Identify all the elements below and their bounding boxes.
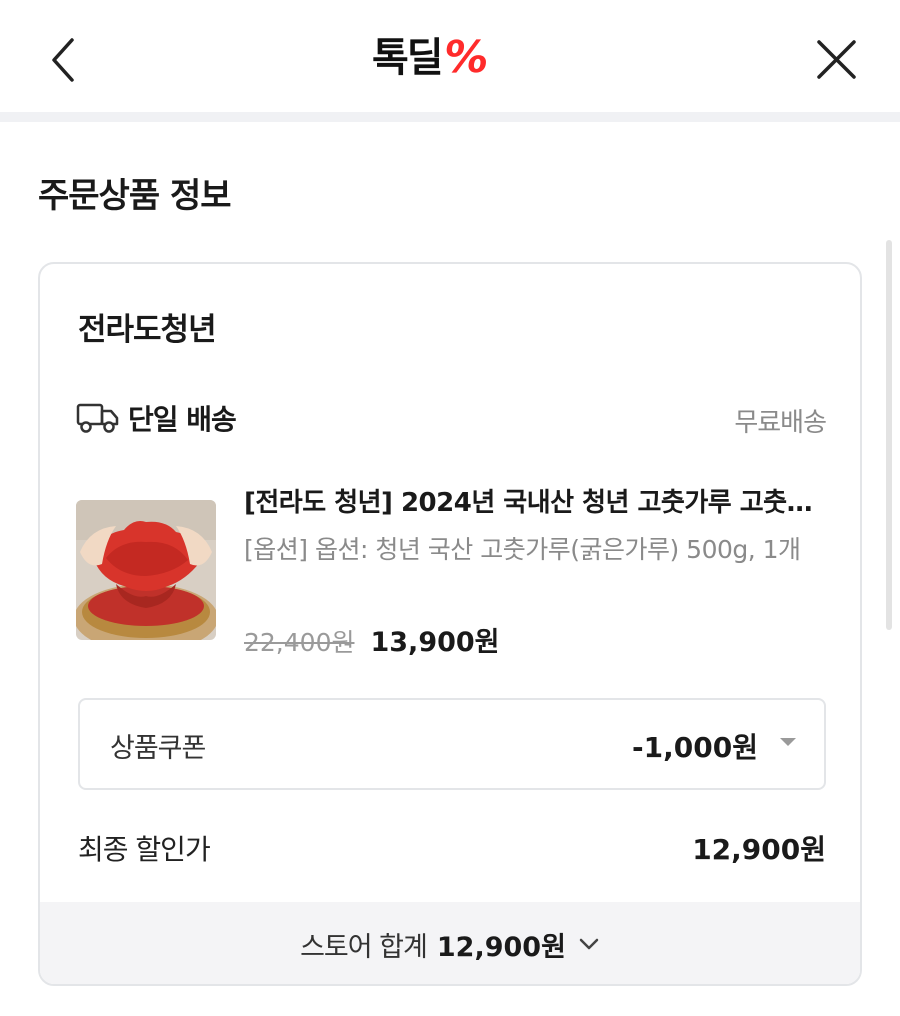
store-total-label: 스토어 합계	[300, 931, 428, 963]
product-coupon-select[interactable]: 상품쿠폰 -1,000원	[78, 698, 826, 790]
order-card: 전라도청년 단일 배송 무료배송 [전라도 청년] 2024년 국내산 청년 고…	[38, 262, 862, 986]
top-header: 톡딜 %	[0, 0, 900, 112]
sale-price: 13,900원	[370, 627, 500, 658]
final-price-label: 최종 할인가	[78, 833, 211, 866]
store-total-toggle[interactable]: 스토어 합계 12,900원	[40, 902, 860, 984]
chevron-down-icon	[579, 938, 599, 950]
truck-icon	[76, 403, 119, 433]
product-option: [옵션] 옵션: 청년 국산 고춧가루(굵은가루) 500g, 1개	[244, 535, 801, 564]
logo-percent-mark: %	[440, 32, 492, 83]
caret-down-icon	[780, 738, 796, 746]
close-icon	[817, 40, 856, 79]
final-price-value: 12,900원	[692, 833, 826, 866]
shipping-type-label: 단일 배송	[128, 403, 237, 436]
coupon-label: 상품쿠폰	[110, 733, 206, 764]
chili-powder-image	[76, 500, 216, 640]
price-row: 22,400원 13,900원	[244, 620, 500, 659]
product-image[interactable]	[76, 500, 216, 640]
back-button[interactable]	[40, 34, 88, 86]
scrollbar[interactable]	[886, 240, 892, 630]
coupon-value: -1,000원	[632, 731, 758, 764]
store-name: 전라도청년	[78, 312, 217, 348]
shipping-row: 단일 배송 무료배송	[76, 398, 827, 438]
final-price-row: 최종 할인가 12,900원	[78, 828, 826, 868]
chevron-left-icon	[52, 38, 74, 82]
app-logo: 톡딜 %	[372, 30, 491, 86]
page-title: 주문상품 정보	[38, 176, 232, 216]
store-total-value: 12,900원	[436, 931, 566, 963]
shipping-fee: 무료배송	[734, 408, 827, 438]
logo-text: 톡딜	[372, 35, 444, 81]
original-price: 22,400원	[244, 628, 355, 657]
section-divider	[0, 112, 900, 122]
close-button[interactable]	[810, 34, 862, 86]
product-name[interactable]: [전라도 청년] 2024년 국내산 청년 고춧가루 고춧가루 500g	[244, 482, 828, 519]
